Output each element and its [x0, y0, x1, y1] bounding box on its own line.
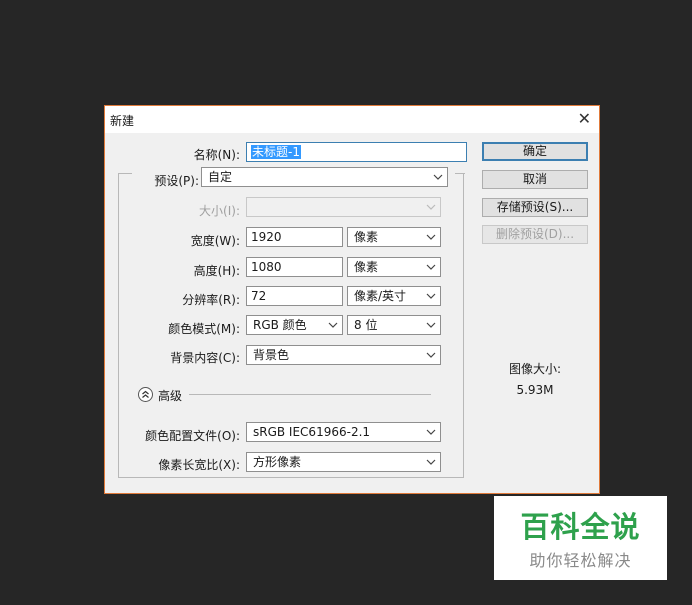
background-label: 背景内容(C):: [170, 351, 240, 365]
resolution-unit-value: 像素/英寸: [354, 289, 407, 303]
pixel-aspect-value: 方形像素: [253, 455, 302, 469]
width-unit-select[interactable]: 像素: [347, 227, 441, 247]
close-icon[interactable]: ✕: [578, 109, 591, 128]
height-label: 高度(H):: [193, 264, 240, 278]
width-value: 1920: [251, 230, 282, 244]
background-select[interactable]: 背景色: [246, 345, 441, 365]
preset-label: 预设(P):: [154, 174, 199, 188]
image-size-value: 5.93M: [516, 383, 554, 397]
image-size-label: 图像大小:: [508, 362, 562, 376]
bit-depth-value: 8 位: [354, 318, 378, 332]
watermark-subtitle: 助你轻松解决: [529, 551, 632, 570]
background-value: 背景色: [253, 348, 290, 362]
width-input[interactable]: 1920: [246, 227, 343, 247]
ok-button[interactable]: 确定: [482, 142, 588, 161]
height-value: 1080: [251, 260, 282, 274]
height-unit-value: 像素: [354, 260, 379, 274]
color-profile-label: 颜色配置文件(O):: [145, 429, 240, 443]
size-select: [246, 197, 441, 217]
color-mode-label: 颜色模式(M):: [168, 322, 240, 336]
chevron-down-icon: [426, 198, 436, 216]
color-mode-select[interactable]: RGB 颜色: [246, 315, 343, 335]
dialog-title: 新建: [110, 114, 135, 128]
resolution-unit-select[interactable]: 像素/英寸: [347, 286, 441, 306]
height-input[interactable]: 1080: [246, 257, 343, 277]
chevron-down-icon: [426, 453, 436, 471]
delete-preset-button: 删除预设(D)...: [482, 225, 588, 244]
chevron-down-icon: [426, 287, 436, 305]
chevron-down-icon: [433, 168, 443, 186]
resolution-value: 72: [251, 289, 267, 303]
advanced-divider: [189, 394, 431, 395]
color-profile-select[interactable]: sRGB IEC61966-2.1: [246, 422, 441, 442]
name-input[interactable]: 未标题-1: [246, 142, 467, 162]
width-label: 宽度(W):: [190, 234, 240, 248]
dialog-titlebar: 新建 ✕: [105, 106, 599, 133]
chevron-down-icon: [426, 228, 436, 246]
chevron-down-icon: [426, 423, 436, 441]
watermark-title: 百科全说: [520, 510, 641, 544]
color-mode-value: RGB 颜色: [253, 318, 307, 332]
watermark: 百科全说 助你轻松解决: [494, 496, 667, 580]
preset-value: 自定: [208, 170, 233, 184]
resolution-label: 分辨率(R):: [182, 293, 240, 307]
chevron-down-icon: [426, 346, 436, 364]
preset-select[interactable]: 自定: [201, 167, 448, 187]
save-preset-button[interactable]: 存储预设(S)...: [482, 198, 588, 217]
pixel-aspect-select[interactable]: 方形像素: [246, 452, 441, 472]
pixel-aspect-label: 像素长宽比(X):: [158, 458, 240, 472]
cancel-button[interactable]: 取消: [482, 170, 588, 189]
name-label: 名称(N):: [193, 148, 240, 162]
bit-depth-select[interactable]: 8 位: [347, 315, 441, 335]
name-value: 未标题-1: [251, 145, 301, 159]
new-document-dialog: 新建 ✕ 名称(N): 未标题-1 预设(P): 自定 大小(I): 宽度(W)…: [104, 105, 600, 494]
advanced-toggle-icon[interactable]: [138, 387, 153, 402]
size-label: 大小(I):: [199, 204, 240, 218]
color-profile-value: sRGB IEC61966-2.1: [253, 425, 371, 439]
advanced-label[interactable]: 高级: [158, 387, 182, 404]
width-unit-value: 像素: [354, 230, 379, 244]
chevron-down-icon: [426, 316, 436, 334]
chevron-down-icon: [426, 258, 436, 276]
chevron-down-icon: [328, 316, 338, 334]
resolution-input[interactable]: 72: [246, 286, 343, 306]
height-unit-select[interactable]: 像素: [347, 257, 441, 277]
